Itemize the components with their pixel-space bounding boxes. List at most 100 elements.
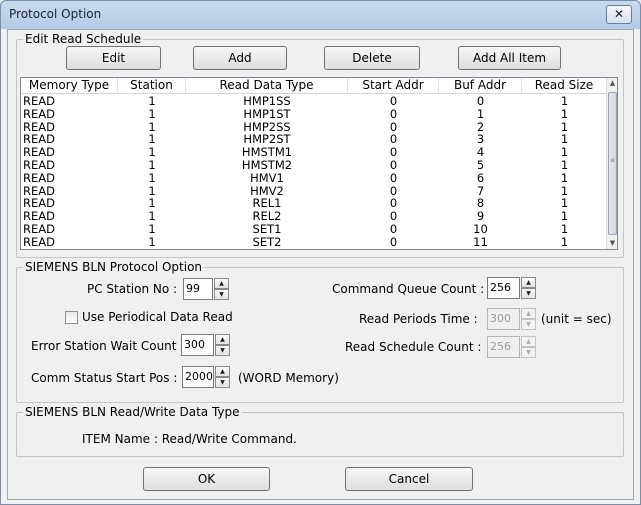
spin-down-icon[interactable]: ▼ <box>521 288 536 299</box>
col-memory-type[interactable]: Memory Type <box>21 78 118 94</box>
read-data-type-cell: SET1 <box>252 223 282 236</box>
read-size-cell: 1 <box>560 171 569 185</box>
list-header: Memory Type Station Read Data Type Start… <box>21 78 607 94</box>
spin-down-icon[interactable]: ▼ <box>215 377 230 388</box>
memory-type-cell: READ <box>23 210 55 224</box>
start-addr-cell: 0 <box>389 197 398 211</box>
read-size-cell: 1 <box>560 197 569 211</box>
comm-status-spinner: 2000 ▲ ▼ <box>182 366 230 388</box>
title-bar[interactable]: Protocol Option ✕ <box>1 1 640 29</box>
dialog-client-area: Edit Read Schedule Edit Add Delete Add A… <box>7 29 634 500</box>
read-data-type-cell: HMSTM2 <box>241 159 293 172</box>
read-size-cell: 1 <box>560 133 569 147</box>
close-button[interactable]: ✕ <box>606 5 632 24</box>
start-addr-cell: 0 <box>389 107 398 121</box>
station-cell: 1 <box>148 171 156 185</box>
memory-type-cell: READ <box>23 235 55 249</box>
list-item[interactable]: READ 1 HMP2SS 0 2 1 <box>21 121 607 134</box>
spin-down-icon[interactable]: ▼ <box>215 345 230 356</box>
edit-button[interactable]: Edit <box>66 46 161 70</box>
command-queue-input[interactable]: 256 <box>487 277 520 299</box>
list-scrollbar[interactable]: ▲ ≡ ▼ <box>606 78 617 249</box>
rw-data-type-group: SIEMENS BLN Read/Write Data Type <box>16 405 624 457</box>
list-item[interactable]: READ 1 HMP1ST 0 1 1 <box>21 108 607 121</box>
col-read-size[interactable]: Read Size <box>522 78 607 94</box>
read-data-type-cell: HMV1 <box>250 171 284 185</box>
error-wait-input[interactable]: 300 <box>181 334 214 356</box>
pc-station-spinner: 99 ▲ ▼ <box>183 278 231 300</box>
read-periods-input: 300 <box>487 308 520 330</box>
memory-type-cell: READ <box>23 184 55 198</box>
pc-station-input[interactable]: 99 <box>183 278 213 300</box>
grip-icon: ≡ <box>610 157 616 164</box>
read-periods-label: Read Periods Time : <box>359 312 478 326</box>
start-addr-cell: 0 <box>389 171 398 185</box>
read-data-type-cell: REL2 <box>252 210 282 224</box>
read-size-cell: 1 <box>560 146 569 160</box>
col-station[interactable]: Station <box>118 78 186 94</box>
start-addr-cell: 0 <box>389 159 398 172</box>
list-item[interactable]: READ 1 HMSTM2 0 5 1 <box>21 159 607 172</box>
scroll-down-arrow-icon[interactable]: ▼ <box>607 238 617 249</box>
comm-status-input[interactable]: 2000 <box>182 366 214 388</box>
list-item[interactable]: READ 1 SET1 0 10 1 <box>21 223 607 236</box>
start-addr-cell: 0 <box>389 120 398 134</box>
spin-up-icon[interactable]: ▲ <box>521 277 536 288</box>
buf-addr-cell: 5 <box>476 159 485 172</box>
error-wait-spinner: 300 ▲ ▼ <box>181 334 232 356</box>
station-cell: 1 <box>148 197 156 211</box>
list-item[interactable]: READ 1 HMSTM1 0 4 1 <box>21 146 607 159</box>
scroll-thumb[interactable]: ≡ <box>608 92 617 235</box>
station-cell: 1 <box>148 107 156 121</box>
cancel-button[interactable]: Cancel <box>345 467 473 491</box>
window-title: Protocol Option <box>9 7 102 21</box>
pc-station-spin-buttons: ▲ ▼ <box>214 278 229 300</box>
read-size-cell: 1 <box>560 184 569 198</box>
ok-button[interactable]: OK <box>143 467 270 491</box>
read-data-type-cell: HMP1SS <box>243 95 291 108</box>
delete-button[interactable]: Delete <box>324 46 420 70</box>
protocol-option-dialog: Protocol Option ✕ Edit Read Schedule Edi… <box>0 0 641 505</box>
read-size-cell: 1 <box>560 235 569 249</box>
list-item[interactable]: READ 1 REL1 0 8 1 <box>21 197 607 210</box>
buf-addr-cell: 3 <box>476 133 485 147</box>
station-cell: 1 <box>148 133 156 147</box>
buf-addr-cell: 9 <box>476 210 485 224</box>
spin-up-icon[interactable]: ▲ <box>215 366 230 377</box>
rw-data-type-legend: SIEMENS BLN Read/Write Data Type <box>25 405 240 419</box>
col-buf-addr[interactable]: Buf Addr <box>439 78 522 94</box>
station-cell: 1 <box>148 120 156 134</box>
start-addr-cell: 0 <box>389 235 398 249</box>
list-item[interactable]: READ 1 SET2 0 11 1 <box>21 236 607 249</box>
memory-type-cell: READ <box>23 120 55 134</box>
command-queue-spinner: 256 ▲ ▼ <box>487 277 538 299</box>
spin-up-icon[interactable]: ▲ <box>214 278 229 289</box>
spin-down-icon[interactable]: ▼ <box>214 289 229 300</box>
add-all-item-button[interactable]: Add All Item <box>458 46 561 70</box>
list-item[interactable]: READ 1 HMV2 0 7 1 <box>21 185 607 198</box>
spin-up-icon: ▲ <box>521 336 536 347</box>
memory-type-cell: READ <box>23 223 55 236</box>
buf-addr-cell: 7 <box>476 184 485 198</box>
scroll-up-arrow-icon[interactable]: ▲ <box>607 78 617 89</box>
list-item[interactable]: READ 1 HMP2ST 0 3 1 <box>21 133 607 146</box>
use-periodical-label[interactable]: Use Periodical Data Read <box>82 310 233 324</box>
start-addr-cell: 0 <box>389 133 398 147</box>
read-schedule-list[interactable]: Memory Type Station Read Data Type Start… <box>20 77 618 250</box>
add-button[interactable]: Add <box>193 46 287 70</box>
read-data-type-cell: HMP1ST <box>243 107 291 121</box>
start-addr-cell: 0 <box>389 95 398 108</box>
station-cell: 1 <box>148 159 156 172</box>
read-size-cell: 1 <box>560 223 569 236</box>
use-periodical-checkbox[interactable] <box>65 311 78 324</box>
list-item[interactable]: READ 1 HMP1SS 0 0 1 <box>21 95 607 108</box>
memory-type-cell: READ <box>23 107 55 121</box>
edit-read-schedule-legend: Edit Read Schedule <box>25 32 142 46</box>
col-read-data-type[interactable]: Read Data Type <box>186 78 348 94</box>
memory-type-cell: READ <box>23 159 55 172</box>
list-item[interactable]: READ 1 REL2 0 9 1 <box>21 210 607 223</box>
read-periods-spinner: 300 ▲ ▼ <box>487 308 536 330</box>
spin-up-icon[interactable]: ▲ <box>215 334 230 345</box>
list-item[interactable]: READ 1 HMV1 0 6 1 <box>21 172 607 185</box>
col-start-addr[interactable]: Start Addr <box>348 78 439 94</box>
